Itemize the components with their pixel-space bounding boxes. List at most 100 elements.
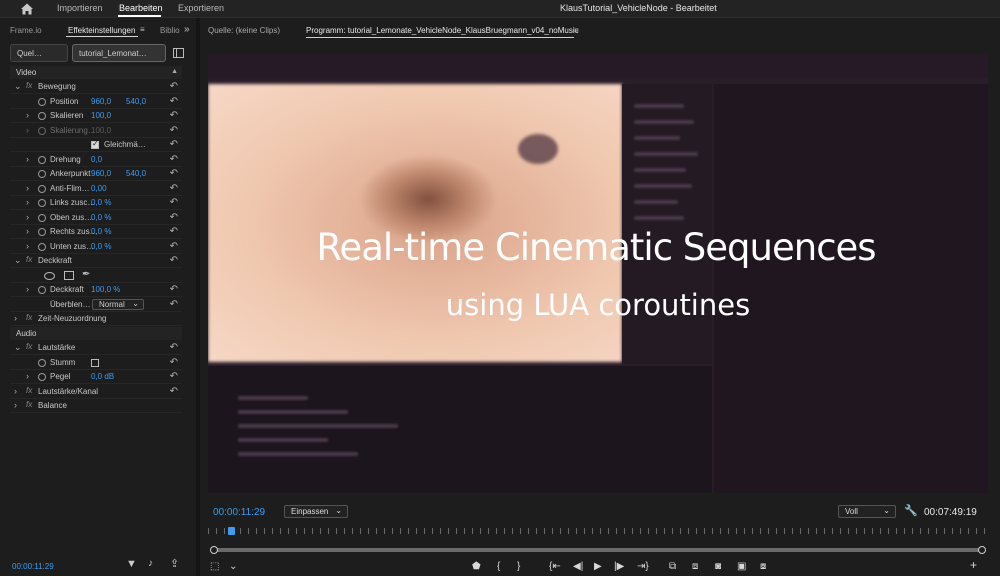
position-y-value[interactable]: 540,0 <box>126 97 146 106</box>
tab-libraries[interactable]: Biblio <box>160 26 180 35</box>
position-x-value[interactable]: 960,0 <box>91 97 111 106</box>
reset-icon[interactable]: ↶ <box>170 97 178 107</box>
effect-motion[interactable]: ⌄ fx Bewegung ↶ <box>10 80 182 94</box>
expand-chevron-icon[interactable]: › <box>26 197 29 207</box>
playhead-marker[interactable] <box>227 527 235 535</box>
reset-icon[interactable]: ↶ <box>170 198 178 208</box>
fx-icon[interactable]: fx <box>26 400 32 409</box>
reset-icon[interactable]: ↶ <box>170 343 178 353</box>
stopwatch-icon[interactable] <box>38 199 46 207</box>
expand-chevron-icon[interactable]: › <box>26 183 29 193</box>
mute-checkbox[interactable] <box>91 359 99 367</box>
tab-source-monitor[interactable]: Quelle: (keine Clips) <box>208 26 280 35</box>
reset-icon[interactable]: ↶ <box>170 184 178 194</box>
program-video-frame[interactable] <box>208 54 988 493</box>
uniform-scale-checkbox[interactable] <box>91 139 99 149</box>
stopwatch-icon[interactable] <box>38 214 46 222</box>
playback-resolution-select[interactable]: Voll ⌄ <box>838 505 896 518</box>
overwrite-icon[interactable]: ⧈ <box>692 561 698 572</box>
fx-icon[interactable]: fx <box>26 386 32 395</box>
reset-icon[interactable]: ↶ <box>170 155 178 165</box>
expand-chevron-icon[interactable]: › <box>26 371 29 381</box>
anti-flicker-value[interactable]: 0,00 <box>91 184 107 193</box>
audio-only-icon[interactable]: ♪ <box>148 558 153 569</box>
stopwatch-icon[interactable] <box>38 373 46 381</box>
reset-icon[interactable]: ↶ <box>170 82 178 92</box>
stopwatch-icon[interactable] <box>38 112 46 120</box>
collapse-icon[interactable]: ▲ <box>171 68 178 75</box>
expand-chevron-icon[interactable]: › <box>14 386 17 396</box>
expand-chevron-icon[interactable]: ⌄ <box>14 342 22 353</box>
add-button-icon[interactable]: + <box>970 558 977 572</box>
level-value[interactable]: 0,0 dB <box>91 372 114 381</box>
stopwatch-icon[interactable] <box>38 359 46 367</box>
menu-export[interactable]: Exportieren <box>178 3 224 13</box>
chevron-down-icon[interactable]: ⌄ <box>229 561 237 572</box>
expand-chevron-icon[interactable]: › <box>26 110 29 120</box>
reset-icon[interactable]: ↶ <box>170 126 178 136</box>
expand-chevron-icon[interactable]: › <box>26 125 29 135</box>
reset-icon[interactable]: ↶ <box>170 387 178 397</box>
play-icon[interactable]: ▶ <box>594 561 602 572</box>
add-marker-icon[interactable]: ⬟ <box>472 561 481 572</box>
audio-section-header[interactable]: Audio <box>10 327 182 340</box>
proxy-toggle-icon[interactable]: ⧇ <box>760 561 766 572</box>
mark-out-icon[interactable]: } <box>517 561 520 572</box>
go-to-in-icon[interactable]: {⇤ <box>549 561 561 572</box>
pen-mask-icon[interactable]: ✒ <box>82 269 90 280</box>
stopwatch-icon[interactable] <box>38 185 46 193</box>
reset-icon[interactable]: ↶ <box>170 169 178 179</box>
crop-left-value[interactable]: 0,0 % <box>91 198 111 207</box>
safe-margins-icon[interactable]: ⬚ <box>210 561 219 572</box>
comparison-view-icon[interactable]: ▣ <box>737 561 746 572</box>
zoom-handle-left[interactable] <box>210 546 218 554</box>
home-icon[interactable] <box>20 2 34 16</box>
rectangle-mask-icon[interactable] <box>64 271 74 280</box>
time-ruler[interactable] <box>208 524 988 536</box>
rotation-value[interactable]: 0,0 <box>91 155 102 164</box>
video-section-header[interactable]: Video ▲ <box>10 66 182 79</box>
tab-effect-controls[interactable]: Effekteinstellungen <box>68 26 135 35</box>
expand-chevron-icon[interactable]: › <box>26 154 29 164</box>
anchor-x-value[interactable]: 960,0 <box>91 169 111 178</box>
stopwatch-icon[interactable] <box>38 170 46 178</box>
mark-in-icon[interactable]: { <box>497 561 500 572</box>
effect-volume[interactable]: ⌄ fx Lautstärke ↶ <box>10 341 182 355</box>
effect-controls-timecode[interactable]: 00:00:11:29 <box>12 562 54 571</box>
reset-icon[interactable]: ↶ <box>170 213 178 223</box>
stopwatch-icon[interactable] <box>38 98 46 106</box>
effect-channel-volume[interactable]: › fx Lautstärke/Kanal ↶ <box>10 385 182 399</box>
step-forward-icon[interactable]: |▶ <box>614 561 624 572</box>
zoom-scroll-bar[interactable] <box>210 546 986 554</box>
reset-icon[interactable]: ↶ <box>170 372 178 382</box>
overflow-chevron-icon[interactable]: » <box>184 24 190 35</box>
expand-chevron-icon[interactable]: › <box>14 400 17 410</box>
filter-icon[interactable]: ▼ <box>126 558 137 570</box>
tab-program-monitor[interactable]: Programm: tutorial_Lemonate_VehicleNode_… <box>306 26 579 35</box>
master-clip-button[interactable]: Quel… <box>10 44 68 62</box>
export-frame-icon[interactable]: ⇪ <box>170 557 179 570</box>
expand-chevron-icon[interactable]: › <box>26 212 29 222</box>
wrench-icon[interactable]: 🔧 <box>904 504 918 517</box>
tab-frameio[interactable]: Frame.io <box>10 26 42 35</box>
reset-icon[interactable]: ↶ <box>170 140 178 150</box>
timeline-toggle-icon[interactable] <box>173 48 184 58</box>
panel-menu-icon[interactable]: ≡ <box>574 26 579 35</box>
zoom-level-select[interactable]: Einpassen ⌄ <box>284 505 348 518</box>
crop-top-value[interactable]: 0,0 % <box>91 213 111 222</box>
menu-edit[interactable]: Bearbeiten <box>119 3 163 13</box>
playhead-timecode[interactable]: 00:00:11:29 <box>213 507 265 518</box>
effect-balance[interactable]: › fx Balance <box>10 399 182 413</box>
camera-icon[interactable]: ◙ <box>715 561 721 572</box>
go-to-out-icon[interactable]: ⇥} <box>637 561 649 572</box>
insert-icon[interactable]: ⧉ <box>669 561 676 572</box>
step-back-icon[interactable]: ◀| <box>573 561 583 572</box>
fx-icon[interactable]: fx <box>26 81 32 90</box>
anchor-y-value[interactable]: 540,0 <box>126 169 146 178</box>
panel-menu-icon[interactable]: ≡ <box>140 25 145 34</box>
reset-icon[interactable]: ↶ <box>170 358 178 368</box>
stopwatch-icon[interactable] <box>38 156 46 164</box>
menu-import[interactable]: Importieren <box>57 3 103 13</box>
fx-icon[interactable]: fx <box>26 342 32 351</box>
ellipse-mask-icon[interactable] <box>44 272 55 280</box>
